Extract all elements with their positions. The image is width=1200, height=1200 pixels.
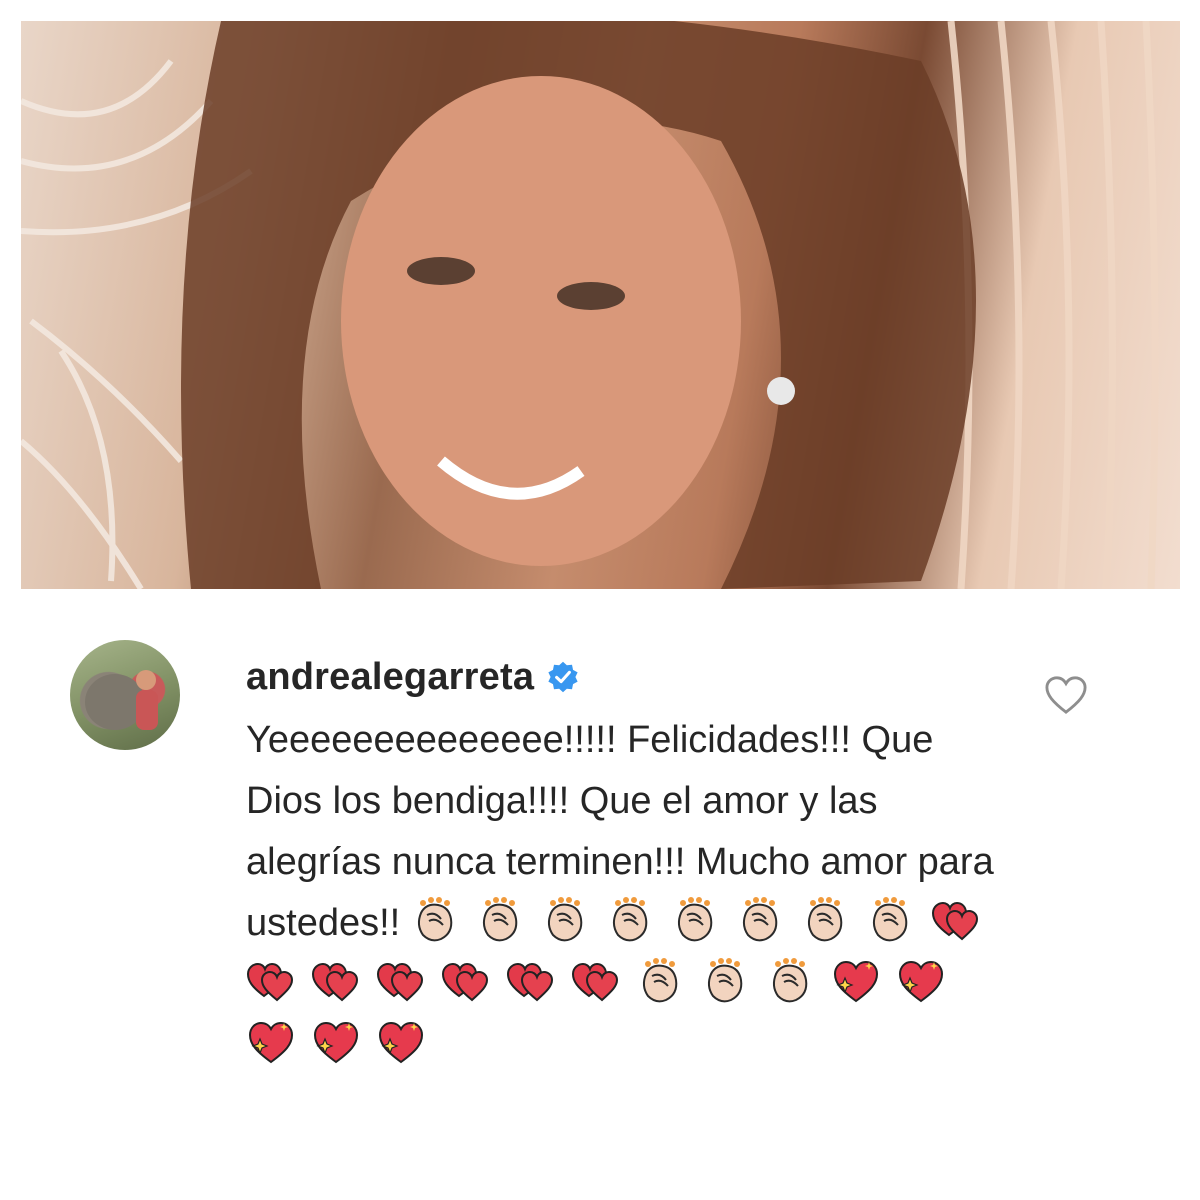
- sparkling-heart-icon: [831, 956, 881, 1006]
- two-hearts-icon: [571, 956, 621, 1006]
- username[interactable]: andrealegarreta: [246, 656, 534, 699]
- post-photo: [21, 21, 1180, 589]
- username-row: andrealegarreta: [246, 652, 1006, 702]
- sparkling-heart-icon: [311, 1017, 361, 1067]
- verified-badge-icon: [548, 661, 578, 693]
- two-hearts-icon: [931, 895, 981, 945]
- clapping-hands-icon: [736, 895, 786, 945]
- clapping-hands-icon: [476, 895, 526, 945]
- clapping-hands-icon: [636, 956, 686, 1006]
- clapping-hands-icon: [606, 895, 656, 945]
- clapping-hands-icon: [866, 895, 916, 945]
- two-hearts-icon: [441, 956, 491, 1006]
- clapping-hands-icon: [541, 895, 591, 945]
- sparkling-heart-icon: [376, 1017, 426, 1067]
- two-hearts-icon: [246, 956, 296, 1006]
- two-hearts-icon: [311, 956, 361, 1006]
- sparkling-heart-icon: [896, 956, 946, 1006]
- clapping-hands-icon: [671, 895, 721, 945]
- two-hearts-icon: [506, 956, 556, 1006]
- sparkling-heart-icon: [246, 1017, 296, 1067]
- comment: andrealegarreta Yeeeeeeeeeeeeee!!!!! Fel…: [70, 640, 1100, 1160]
- clapping-hands-icon: [766, 956, 816, 1006]
- avatar-illustration: [85, 670, 158, 730]
- clapping-hands-icon: [411, 895, 461, 945]
- clapping-hands-icon: [801, 895, 851, 945]
- like-heart-icon[interactable]: [1043, 674, 1089, 716]
- comment-body: andrealegarreta Yeeeeeeeeeeeeee!!!!! Fel…: [246, 652, 1006, 1076]
- two-hearts-icon: [376, 956, 426, 1006]
- avatar[interactable]: [70, 640, 180, 750]
- comment-text: Yeeeeeeeeeeeeee!!!!! Felicidades!!! Que …: [246, 710, 1006, 1076]
- photo-illustration: [21, 21, 1159, 589]
- clapping-hands-icon: [701, 956, 751, 1006]
